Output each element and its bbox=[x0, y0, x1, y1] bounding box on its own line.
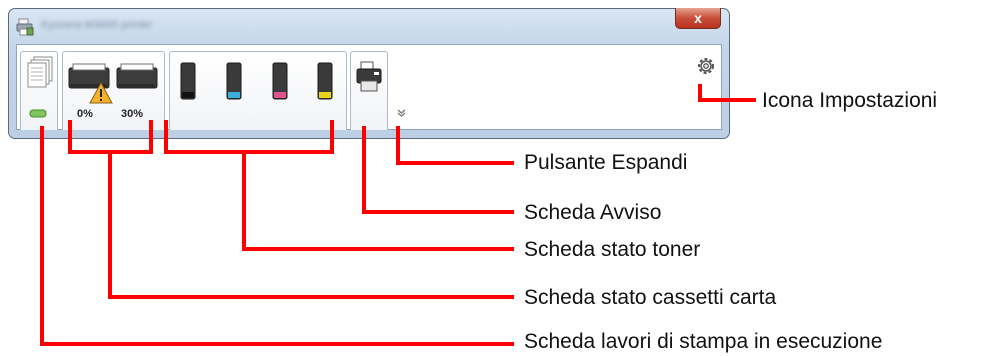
callout-jobs-tab: Scheda lavori di stampa in esecuzione bbox=[524, 330, 883, 353]
bracket-toner bbox=[164, 120, 334, 154]
callout-paper-tab: Scheda stato cassetti carta bbox=[524, 286, 777, 309]
callout-toner-tab: Scheda stato toner bbox=[524, 238, 701, 261]
leader-jobs bbox=[40, 126, 514, 346]
callout-settings-icon: Icona Impostazioni bbox=[762, 89, 938, 112]
leader-expand bbox=[396, 126, 514, 165]
leader-settings bbox=[698, 84, 756, 102]
bracket-paper bbox=[68, 120, 153, 154]
leader-paper bbox=[108, 150, 514, 299]
leader-toner bbox=[242, 150, 514, 251]
annotation-lines bbox=[40, 84, 756, 346]
leader-alert bbox=[362, 126, 514, 214]
callout-alert-tab: Scheda Avviso bbox=[524, 201, 662, 224]
callout-expand-button: Pulsante Espandi bbox=[524, 151, 688, 174]
